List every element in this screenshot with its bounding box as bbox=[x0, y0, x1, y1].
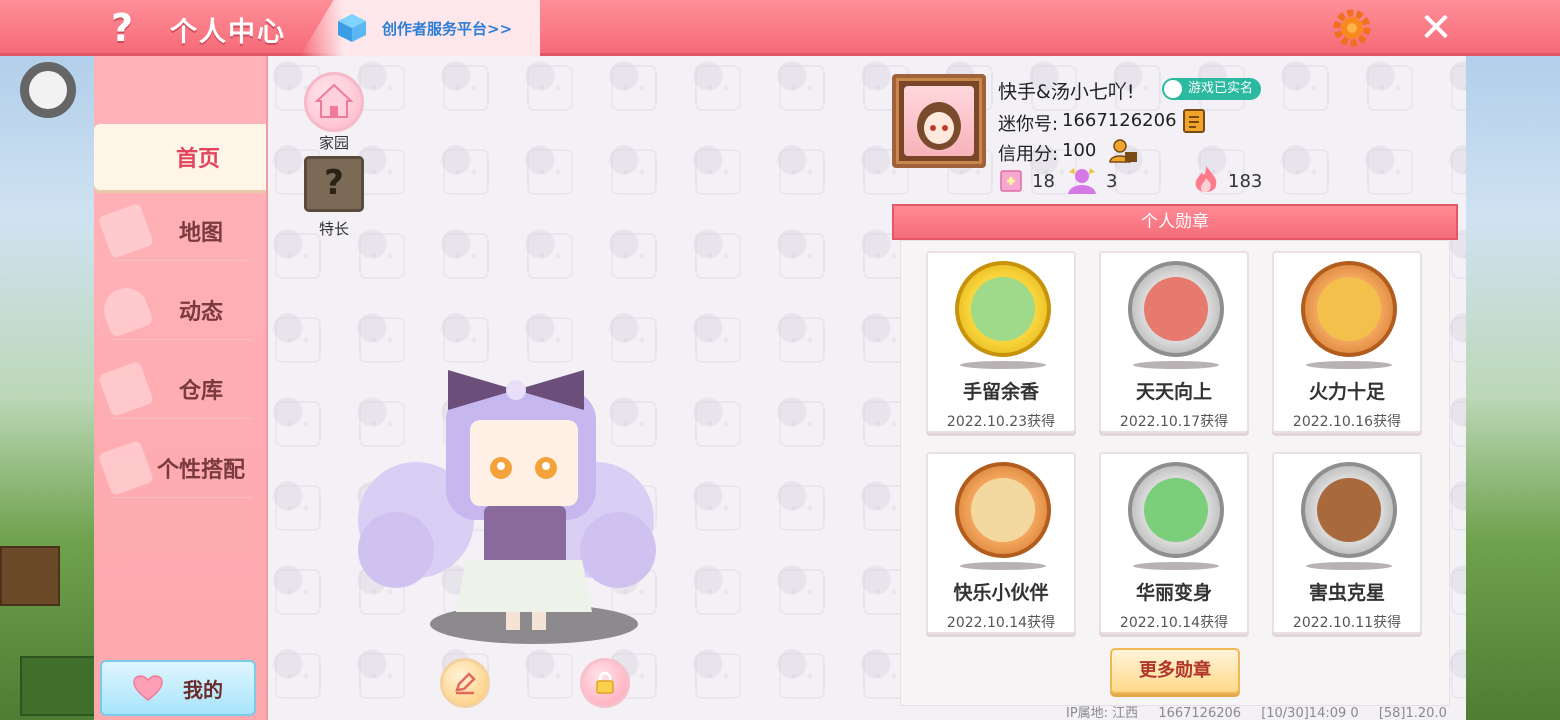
medal-shadow bbox=[1306, 361, 1392, 369]
sidebar-item-label: 动态 bbox=[178, 300, 223, 325]
heart-icon bbox=[133, 675, 163, 701]
flame-icon bbox=[1195, 166, 1217, 192]
medal-coin-icon bbox=[1301, 462, 1397, 558]
medal-date: 2022.10.16获得 bbox=[1292, 414, 1402, 430]
game-world-background-left bbox=[0, 56, 96, 720]
grass-block bbox=[20, 656, 96, 716]
talent-button[interactable]: ? bbox=[304, 156, 364, 212]
medal-date: 2022.10.17获得 bbox=[1119, 414, 1229, 430]
home-garden-button[interactable] bbox=[304, 72, 364, 132]
medal-coin-icon bbox=[1128, 261, 1224, 357]
medal-name: 华丽变身 bbox=[1135, 582, 1212, 604]
ip-location: IP属地: 江西 bbox=[1066, 706, 1139, 720]
person-verified-icon bbox=[1164, 80, 1182, 98]
sidebar-item-label: 地图 bbox=[178, 221, 223, 246]
sidebar-item-label: 仓库 bbox=[178, 379, 223, 404]
credit-label: 信用分: bbox=[998, 144, 1059, 165]
footer-info: IP属地: 江西 1667126206 [10/30]14:09 0 [58]1… bbox=[1066, 702, 1463, 720]
divider bbox=[112, 418, 252, 419]
footer-uid: 1667126206 bbox=[1158, 706, 1242, 720]
medal-date: 2022.10.11获得 bbox=[1292, 615, 1402, 631]
avatar-portrait bbox=[917, 102, 961, 150]
divider bbox=[112, 260, 252, 261]
profile-avatar-frame[interactable] bbox=[892, 74, 986, 168]
stat-flag-value: 18 bbox=[1032, 171, 1055, 192]
sidebar-item-warehouse[interactable]: 仓库 bbox=[94, 356, 268, 422]
cube-icon bbox=[338, 14, 366, 42]
fans-icon bbox=[1068, 168, 1096, 194]
medal-coin-icon bbox=[955, 261, 1051, 357]
medal-shadow bbox=[960, 361, 1046, 369]
medal-date: 2022.10.14获得 bbox=[1119, 615, 1229, 631]
medal-shadow bbox=[1133, 562, 1219, 570]
more-medals-button[interactable]: 更多勋章 bbox=[1110, 648, 1240, 694]
edit-button[interactable] bbox=[440, 658, 490, 708]
sidebar-item-outfit[interactable]: 个性搭配 bbox=[94, 435, 268, 501]
medal-coin-icon bbox=[1301, 261, 1397, 357]
medal-name: 手留余香 bbox=[962, 381, 1039, 403]
sidebar-item-label: 个性搭配 bbox=[156, 458, 245, 483]
medal-coin-icon bbox=[1128, 462, 1224, 558]
mini-id-label: 迷你号: bbox=[998, 114, 1059, 135]
talent-label: 特长 bbox=[318, 220, 349, 238]
medal-shadow bbox=[1133, 361, 1219, 369]
dirt-block bbox=[0, 546, 60, 606]
record-button[interactable] bbox=[20, 62, 76, 118]
pencil-icon bbox=[455, 672, 476, 695]
medal-name: 快乐小伙伴 bbox=[953, 582, 1049, 604]
profile-avatar bbox=[904, 86, 974, 156]
footer-version: [58]1.20.0 bbox=[1378, 706, 1447, 720]
page-title: 个人中心 bbox=[170, 17, 286, 48]
verified-badge: 游戏已实名 bbox=[1162, 78, 1262, 100]
help-button[interactable]: ? bbox=[102, 8, 142, 48]
medal-date: 2022.10.14获得 bbox=[946, 615, 1056, 631]
medal-shadow bbox=[960, 562, 1046, 570]
credit-value: 100 bbox=[1062, 140, 1097, 161]
creator-platform-link[interactable]: 创作者服务平台>> bbox=[382, 18, 512, 39]
mini-id-value: 1667126206 bbox=[1062, 110, 1177, 131]
house-icon bbox=[314, 83, 354, 118]
credit-person-icon[interactable] bbox=[1108, 138, 1138, 164]
footer-time: [10/30]14:09 0 bbox=[1261, 706, 1359, 720]
medal-card[interactable]: 手留余香 2022.10.23获得 bbox=[926, 251, 1076, 433]
sidebar-item-home[interactable]: 首页 bbox=[94, 124, 266, 190]
verified-label: 游戏已实名 bbox=[1188, 81, 1254, 96]
medal-card[interactable]: 华丽变身 2022.10.14获得 bbox=[1099, 452, 1249, 634]
medal-name: 天天向上 bbox=[1135, 381, 1212, 403]
flag-icon bbox=[1000, 170, 1022, 192]
lock-button[interactable] bbox=[580, 658, 630, 708]
medal-card[interactable]: 害虫克星 2022.10.11获得 bbox=[1272, 452, 1422, 634]
sidebar: 首页 地图 动态 仓库 个性搭配 bbox=[94, 56, 268, 720]
divider bbox=[112, 497, 252, 498]
divider bbox=[112, 339, 252, 340]
medal-section-header: 个人勋章 bbox=[892, 204, 1458, 240]
sidebar-item-label: 首页 bbox=[175, 147, 220, 172]
copy-icon[interactable] bbox=[1182, 108, 1206, 134]
lock-icon bbox=[596, 671, 614, 694]
sidebar-item-map[interactable]: 地图 bbox=[94, 198, 268, 264]
my-button[interactable]: 我的 bbox=[100, 660, 256, 716]
player-avatar[interactable] bbox=[356, 350, 656, 650]
gear-icon[interactable] bbox=[1330, 6, 1374, 50]
stat-flame-value: 183 bbox=[1228, 171, 1263, 192]
medal-card[interactable]: 火力十足 2022.10.16获得 bbox=[1272, 251, 1422, 433]
close-button[interactable]: ✕ bbox=[1414, 6, 1458, 50]
home-garden-label: 家园 bbox=[318, 134, 349, 152]
medal-card[interactable]: 快乐小伙伴 2022.10.14获得 bbox=[926, 452, 1076, 634]
medal-name: 害虫克星 bbox=[1308, 582, 1385, 604]
stat-fans-value: 3 bbox=[1106, 171, 1118, 192]
medal-card[interactable]: 天天向上 2022.10.17获得 bbox=[1099, 251, 1249, 433]
my-button-label: 我的 bbox=[183, 677, 223, 702]
sidebar-item-feed[interactable]: 动态 bbox=[94, 277, 268, 343]
player-name: 快手&汤小七吖! bbox=[998, 81, 1135, 103]
game-world-background-right bbox=[1464, 56, 1560, 720]
top-bar: ? 个人中心 创作者服务平台>> ✕ bbox=[0, 0, 1560, 56]
medal-date: 2022.10.23获得 bbox=[946, 414, 1056, 430]
medal-name: 火力十足 bbox=[1308, 381, 1385, 403]
medal-shadow bbox=[1306, 562, 1392, 570]
medal-coin-icon bbox=[955, 462, 1051, 558]
